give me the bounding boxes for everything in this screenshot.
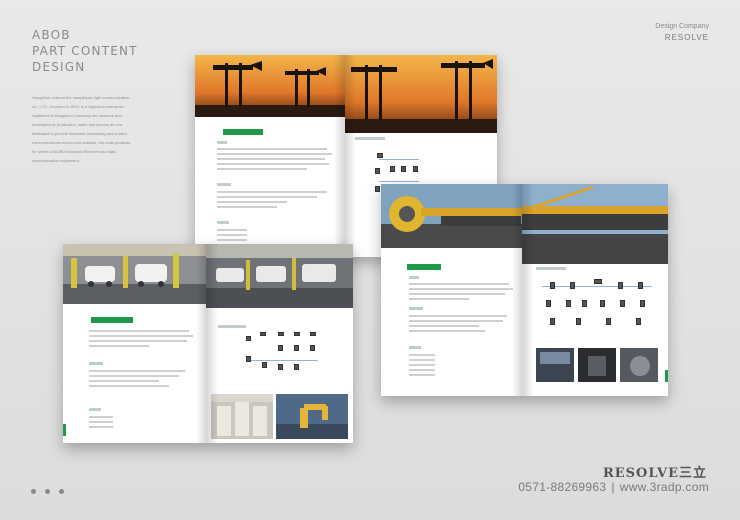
company-name: RESOLVE <box>664 33 709 42</box>
mining-excavator-photo-continued <box>522 184 668 264</box>
part-content-heading: ABOB PART CONTENT DESIGN <box>32 27 138 75</box>
brochure-right-page <box>206 244 353 443</box>
design-company-label: Design Company RESOLVE <box>655 22 709 44</box>
intro-line: co., LTD., founded in 2009, is a high-te… <box>32 104 124 109</box>
brochure-mining <box>381 184 668 396</box>
brochure-left-page <box>381 184 522 396</box>
industrial-tanks-photo <box>211 394 273 439</box>
brochure-left-page <box>195 55 345 257</box>
brochure-car-factory <box>63 244 353 443</box>
intro-line: communications end-to-end solution, the … <box>32 140 131 145</box>
brochure-right-page <box>522 184 668 396</box>
heading-line-3: DESIGN <box>32 60 86 74</box>
intro-line: for series of AOBO industrial Ethernet a… <box>32 149 116 154</box>
brand-logo-latin: RESOLVE <box>602 466 679 481</box>
heading-line-1: ABOB <box>32 28 71 42</box>
intro-line: dedicated to provide industrial networki… <box>32 131 127 136</box>
intro-line: development, production, sales and servi… <box>32 122 124 127</box>
oil-field-photo-continued <box>345 55 497 133</box>
page-dot <box>45 489 50 494</box>
mining-machine-photo <box>620 348 658 382</box>
car-factory-photo <box>63 244 206 304</box>
mine-tunnel-photo <box>578 348 616 382</box>
mining-excavator-photo <box>381 184 522 248</box>
robot-arm-photo <box>276 394 348 439</box>
page-dot <box>31 489 36 494</box>
website-url: www.3radp.com <box>619 480 709 494</box>
company-intro: Hangzhou entered the maxpliduse light co… <box>32 93 182 165</box>
brand-logo-cjk: 三立 <box>678 466 707 481</box>
intro-line: Hangzhou entered the maxpliduse light co… <box>32 95 130 100</box>
contact-separator: | <box>611 480 615 494</box>
phone-number: 0571-88269963 <box>518 480 607 494</box>
intro-line: communication equipment. <box>32 158 80 163</box>
company-label: Design Company <box>655 23 709 30</box>
contact-info: 0571-88269963 | www.3radp.com <box>518 480 709 494</box>
pagination-dots <box>31 489 64 494</box>
oil-field-photo <box>195 55 345 117</box>
control-room-photo <box>536 348 574 382</box>
brand-logo: RESOLVE三立 <box>603 462 707 482</box>
car-factory-photo-continued <box>206 244 353 308</box>
brochure-left-page <box>63 244 206 443</box>
page-dot <box>59 489 64 494</box>
heading-line-2: PART CONTENT <box>32 44 138 58</box>
intro-line: registered in hangzhou.Company set resea… <box>32 113 122 118</box>
